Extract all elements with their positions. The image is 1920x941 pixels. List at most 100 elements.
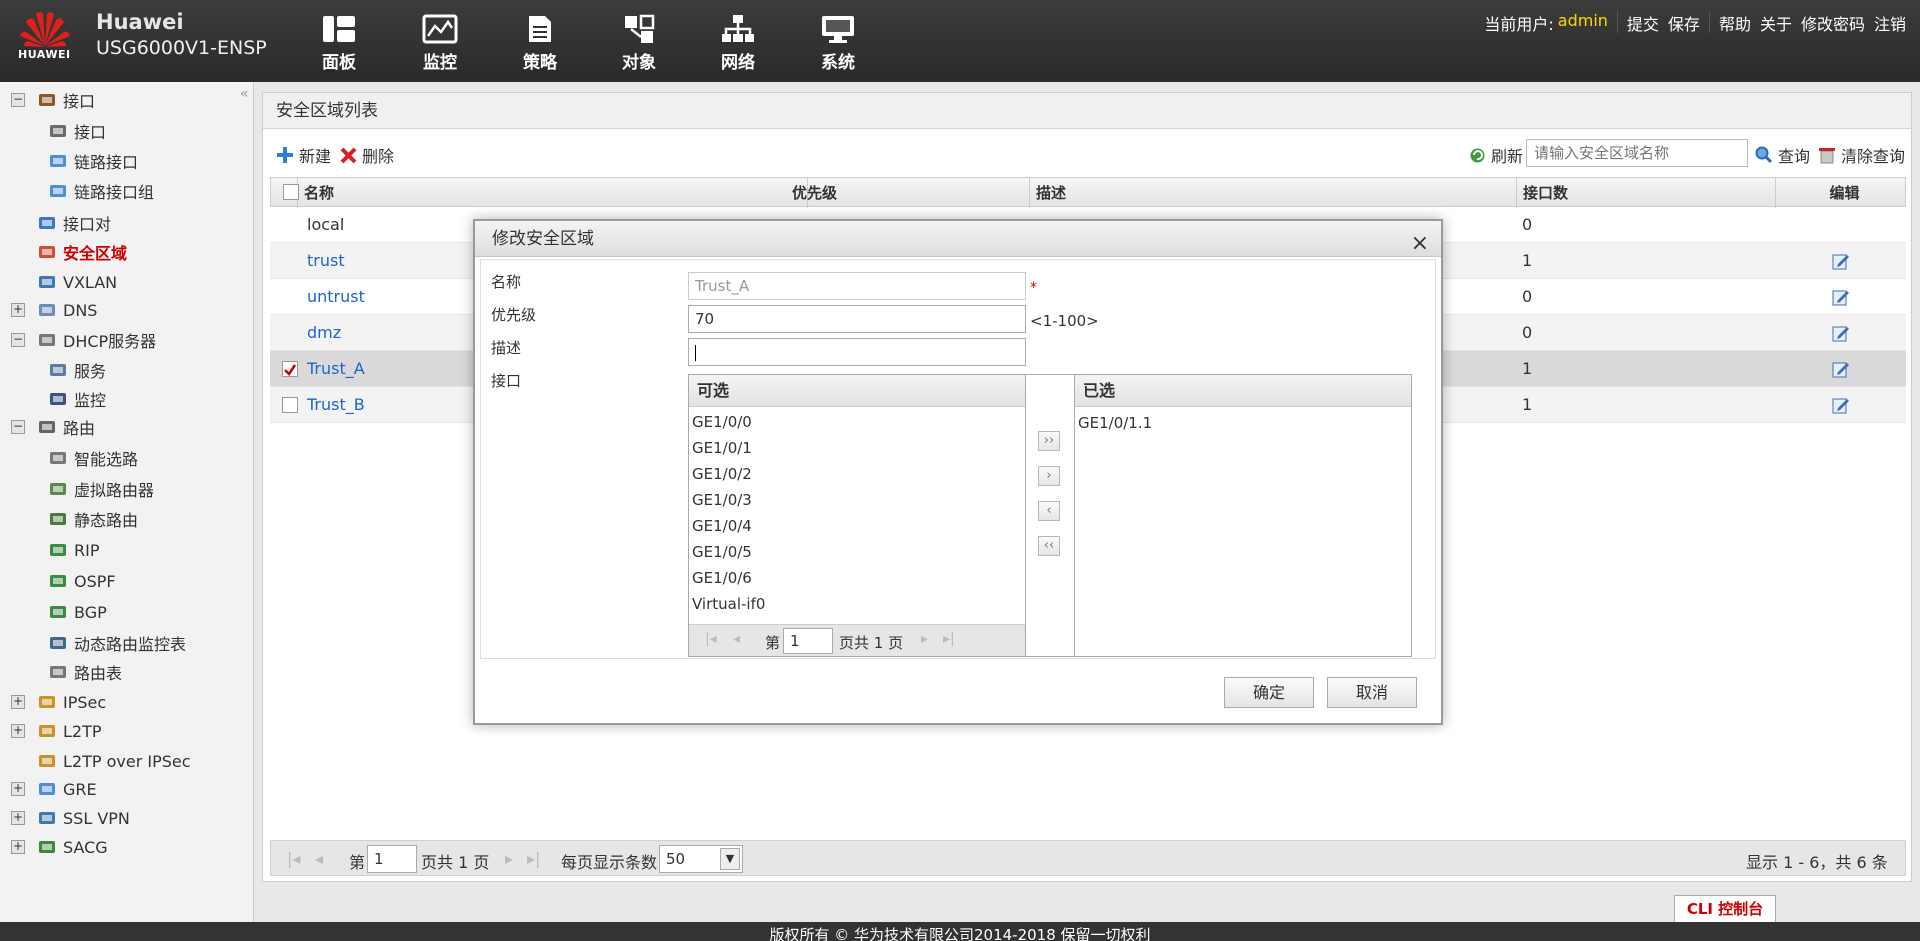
collapse-icon[interactable]: − <box>11 93 25 107</box>
list-item[interactable]: GE1/0/4 <box>689 513 1025 539</box>
chevron-down-icon[interactable]: ▼ <box>720 848 740 870</box>
refresh-button[interactable]: 刷新 <box>1469 143 1523 167</box>
next-page-icon[interactable]: ▸ <box>505 849 513 868</box>
nav-dashboard[interactable]: 面板 <box>309 14 369 73</box>
nav-object[interactable]: 对象 <box>609 14 669 73</box>
expand-icon[interactable]: + <box>11 782 25 796</box>
sidebar-item[interactable]: 静态路由 <box>48 505 138 533</box>
sidebar-item[interactable]: 链路接口组 <box>48 177 154 205</box>
sidebar-item[interactable]: 链路接口 <box>48 147 138 175</box>
sidebar-item[interactable]: L2TP over IPSec <box>11 747 191 775</box>
sidebar-item[interactable]: RIP <box>48 536 99 564</box>
collapse-sidebar-icon[interactable]: « <box>240 86 249 102</box>
change-password-link[interactable]: 修改密码 <box>1801 11 1865 35</box>
edit-icon[interactable] <box>1832 252 1850 270</box>
clear-query-button[interactable]: 清除查询 <box>1818 143 1905 167</box>
nav-system[interactable]: 系统 <box>808 14 868 73</box>
ok-button[interactable]: 确定 <box>1224 677 1314 708</box>
sidebar-item[interactable]: 安全区域 <box>11 238 127 266</box>
zone-name[interactable]: trust <box>307 243 345 279</box>
expand-icon[interactable]: + <box>11 840 25 854</box>
col-priority[interactable]: 优先级 <box>786 178 1030 208</box>
nav-monitor[interactable]: 监控 <box>410 14 470 73</box>
sidebar-item[interactable]: + L2TP <box>11 717 102 745</box>
description-field[interactable] <box>688 338 1026 366</box>
edit-icon[interactable] <box>1832 396 1850 414</box>
zone-name[interactable]: untrust <box>307 279 365 315</box>
cli-console-button[interactable]: CLI 控制台 <box>1674 895 1776 922</box>
remove-all-button[interactable]: ‹‹ <box>1038 536 1060 556</box>
save-link[interactable]: 保存 <box>1668 11 1700 35</box>
list-item[interactable]: GE1/0/5 <box>689 539 1025 565</box>
sidebar-item[interactable]: 动态路由监控表 <box>48 629 186 657</box>
sidebar-item[interactable]: 接口 <box>48 117 106 145</box>
list-item[interactable]: GE1/0/3 <box>689 487 1025 513</box>
new-button[interactable]: 新建 <box>276 143 331 167</box>
query-button[interactable]: 查询 <box>1755 143 1810 167</box>
logout-link[interactable]: 注销 <box>1874 11 1906 35</box>
zone-name[interactable]: dmz <box>307 315 341 351</box>
next-page-icon[interactable]: ▸ <box>921 631 928 647</box>
expand-icon[interactable]: + <box>11 724 25 738</box>
add-all-button[interactable]: ›› <box>1038 431 1060 451</box>
list-item[interactable]: GE1/0/0 <box>689 409 1025 435</box>
about-link[interactable]: 关于 <box>1760 11 1792 35</box>
first-page-icon[interactable]: |◂ <box>287 849 300 868</box>
list-item[interactable]: GE1/0/1 <box>689 435 1025 461</box>
expand-icon[interactable]: + <box>11 303 25 317</box>
select-all-checkbox[interactable] <box>283 184 299 200</box>
close-icon[interactable]: × <box>1411 226 1429 262</box>
submit-link[interactable]: 提交 <box>1627 11 1659 35</box>
collapse-icon[interactable]: − <box>11 420 25 434</box>
expand-icon[interactable]: + <box>11 811 25 825</box>
remove-selected-button[interactable]: ‹ <box>1038 501 1060 521</box>
col-name[interactable]: 名称 <box>298 178 808 208</box>
list-item[interactable]: GE1/0/1.1 <box>1075 410 1411 436</box>
sidebar-item[interactable]: OSPF <box>48 567 116 595</box>
sidebar-item[interactable]: + SSL VPN <box>11 804 130 832</box>
priority-field[interactable]: 70 <box>688 305 1026 333</box>
expand-icon[interactable]: + <box>11 695 25 709</box>
sidebar-item[interactable]: − 路由 <box>11 413 95 441</box>
prev-page-icon[interactable]: ◂ <box>315 849 323 868</box>
sidebar-item[interactable]: 路由表 <box>48 658 122 686</box>
list-item[interactable]: Virtual-if0 <box>689 591 1025 617</box>
zone-search-input[interactable] <box>1526 139 1748 167</box>
sidebar-item[interactable]: + GRE <box>11 775 97 803</box>
zone-name[interactable]: Trust_B <box>307 387 365 423</box>
row-checkbox[interactable] <box>282 397 298 413</box>
add-selected-button[interactable]: › <box>1038 466 1060 486</box>
last-page-icon[interactable]: ▸| <box>943 631 955 647</box>
sidebar-item[interactable]: 监控 <box>48 385 106 413</box>
sidebar-item[interactable]: − 接口 <box>11 86 95 114</box>
edit-icon[interactable] <box>1832 360 1850 378</box>
page-input[interactable]: 1 <box>367 845 417 873</box>
sidebar-item[interactable]: 虚拟路由器 <box>48 475 154 503</box>
row-checkbox[interactable] <box>282 361 298 377</box>
sidebar-item[interactable]: VXLAN <box>11 268 117 296</box>
col-description[interactable]: 描述 <box>1030 178 1517 208</box>
edit-icon[interactable] <box>1832 288 1850 306</box>
col-interface-count[interactable]: 接口数 <box>1517 178 1776 208</box>
sidebar-item[interactable]: 接口对 <box>11 209 111 237</box>
sidebar-item[interactable]: BGP <box>48 598 107 626</box>
sidebar-item[interactable]: + SACG <box>11 833 108 861</box>
last-page-icon[interactable]: ▸| <box>527 849 540 868</box>
list-item[interactable]: GE1/0/6 <box>689 565 1025 591</box>
help-link[interactable]: 帮助 <box>1719 11 1751 35</box>
list-item[interactable]: GE1/0/2 <box>689 461 1025 487</box>
nav-policy[interactable]: 策略 <box>510 14 570 73</box>
cancel-button[interactable]: 取消 <box>1327 677 1417 708</box>
prev-page-icon[interactable]: ◂ <box>733 631 740 647</box>
sidebar-item[interactable]: 服务 <box>48 356 106 384</box>
first-page-icon[interactable]: |◂ <box>705 631 717 647</box>
sidebar-item[interactable]: 智能选路 <box>48 444 138 472</box>
delete-button[interactable]: 删除 <box>340 143 394 167</box>
sidebar-item[interactable]: + IPSec <box>11 688 106 716</box>
list-page-input[interactable]: 1 <box>783 628 833 654</box>
sidebar-item[interactable]: + DNS <box>11 296 97 324</box>
sidebar-item[interactable]: − DHCP服务器 <box>11 326 156 354</box>
per-page-select[interactable]: 50 ▼ <box>659 845 743 873</box>
edit-icon[interactable] <box>1832 324 1850 342</box>
nav-network[interactable]: 网络 <box>708 14 768 73</box>
